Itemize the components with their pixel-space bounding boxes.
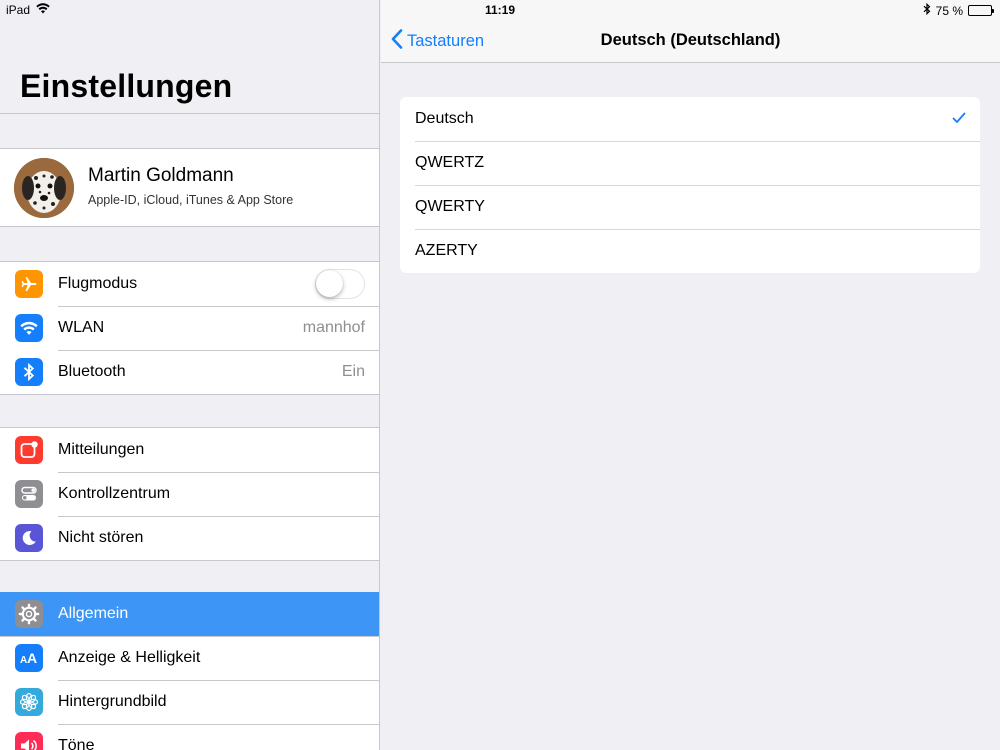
sidebar-item-label: Nicht stören: [58, 529, 144, 546]
profile-name: Martin Goldmann: [88, 165, 234, 186]
keyboard-layout-list: Deutsch QWERTZ QWERTY AZERTY: [400, 97, 980, 273]
layout-option-azerty[interactable]: AZERTY: [400, 229, 980, 273]
speaker-icon: [15, 732, 43, 750]
layout-option-deutsch[interactable]: Deutsch: [400, 97, 980, 141]
checkmark-icon: [952, 111, 966, 129]
layout-option-label: QWERTZ: [415, 154, 485, 171]
profile-subtitle: Apple-ID, iCloud, iTunes & App Store: [88, 193, 294, 207]
sidebar-title: Einstellungen: [20, 68, 233, 104]
sidebar-item-label: Mitteilungen: [58, 441, 145, 458]
settings-group-notifications: Mitteilungen Kontrollzentrum Nicht störe…: [0, 427, 379, 561]
battery-icon: [968, 5, 994, 16]
layout-option-label: Deutsch: [415, 110, 474, 127]
gear-icon: [15, 600, 43, 628]
sidebar-item-label: WLAN: [58, 319, 105, 336]
settings-sidebar: Einstellungen Martin Goldmann Apple-ID, …: [0, 0, 380, 750]
sidebar-item-mitteilungen[interactable]: Mitteilungen: [0, 428, 379, 472]
sidebar-item-label: Hintergrundbild: [58, 693, 167, 710]
profile-cell[interactable]: Martin Goldmann Apple-ID, iCloud, iTunes…: [0, 148, 379, 227]
layout-option-qwertz[interactable]: QWERTZ: [400, 141, 980, 185]
sidebar-item-label: Anzeige & Helligkeit: [58, 649, 201, 666]
toggle-knob: [316, 270, 343, 297]
bluetooth-status-icon: [923, 2, 931, 18]
layout-option-qwerty[interactable]: QWERTY: [400, 185, 980, 229]
sidebar-item-label: Töne: [58, 737, 95, 750]
sidebar-item-anzeige-helligkeit[interactable]: AA Anzeige & Helligkeit: [0, 636, 379, 680]
bluetooth-status-value: Ein: [341, 363, 365, 380]
detail-pane: Tastaturen Deutsch (Deutschland) Deutsch…: [381, 0, 1000, 750]
sidebar-header-divider: [0, 113, 379, 114]
sidebar-item-label: Bluetooth: [58, 363, 126, 380]
wifi-icon: [15, 314, 43, 342]
wlan-network-value: mannhof: [302, 319, 365, 336]
sidebar-item-label: Allgemein: [58, 605, 129, 622]
moon-icon: [15, 524, 43, 552]
battery-percent: 75 %: [935, 3, 963, 18]
bluetooth-icon: [15, 358, 43, 386]
sidebar-item-label: Kontrollzentrum: [58, 485, 171, 502]
sidebar-item-hintergrundbild[interactable]: Hintergrundbild: [0, 680, 379, 724]
control-center-icon: [15, 480, 43, 508]
notifications-icon: [15, 436, 43, 464]
airplane-icon: [15, 270, 43, 298]
sidebar-item-allgemein[interactable]: Allgemein: [0, 592, 379, 636]
sidebar-item-wlan[interactable]: WLAN mannhof: [0, 306, 379, 350]
sidebar-item-flugmodus[interactable]: Flugmodus: [0, 262, 379, 306]
status-time: 11:19: [484, 3, 516, 17]
layout-option-label: QWERTY: [415, 198, 485, 215]
sidebar-item-toene[interactable]: Töne: [0, 724, 379, 750]
status-right: 75 %: [923, 2, 994, 18]
svg-text:A: A: [27, 650, 37, 666]
settings-group-connectivity: Flugmodus WLAN mannhof Bluetooth Ein: [0, 261, 379, 395]
flower-icon: [15, 688, 43, 716]
airplane-mode-toggle[interactable]: [315, 269, 365, 299]
text-size-icon: AA: [15, 644, 43, 672]
page-title: Deutsch (Deutschland): [600, 31, 781, 49]
sidebar-item-kontrollzentrum[interactable]: Kontrollzentrum: [0, 472, 379, 516]
status-bar: iPad 11:19 75 %: [0, 0, 1000, 20]
sidebar-item-label: Flugmodus: [58, 275, 138, 292]
layout-option-label: AZERTY: [415, 242, 478, 259]
avatar: [14, 158, 74, 218]
sidebar-item-nicht-stoeren[interactable]: Nicht stören: [0, 516, 379, 560]
settings-group-general: Allgemein AA Anzeige & Helligkeit Hinter…: [0, 592, 379, 750]
sidebar-item-bluetooth[interactable]: Bluetooth Ein: [0, 350, 379, 394]
